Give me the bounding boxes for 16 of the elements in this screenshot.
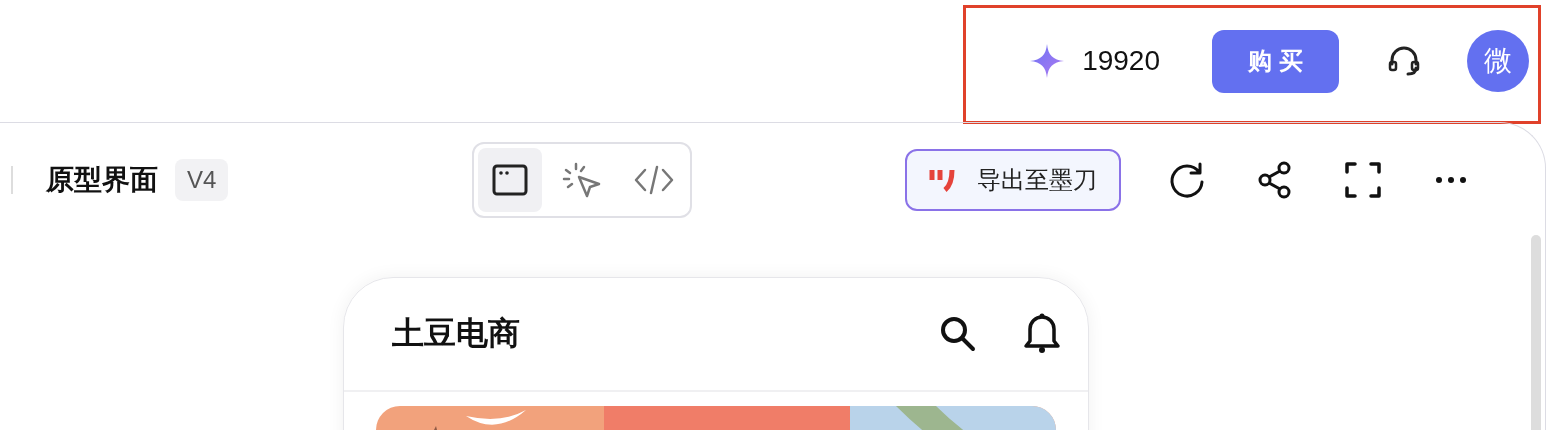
cursor-click-icon (562, 162, 603, 198)
version-badge: V4 (175, 159, 229, 201)
page-title: 原型界面 (46, 163, 158, 197)
search-icon[interactable] (938, 314, 978, 354)
app-title: 土豆电商 (392, 314, 521, 353)
buy-button[interactable]: 购 买 (1212, 29, 1339, 93)
sparkle-icon (1030, 44, 1065, 78)
scrollbar[interactable] (1531, 235, 1541, 430)
export-button[interactable]: 导出至墨刀 (905, 149, 1122, 211)
user-avatar[interactable]: 微 (1467, 30, 1529, 92)
credit-count: 19920 (1082, 45, 1160, 77)
bell-icon[interactable] (1022, 312, 1062, 356)
headset-icon[interactable] (1387, 46, 1421, 76)
code-icon (633, 165, 676, 195)
view-mode-tab[interactable] (478, 148, 543, 212)
window-icon (492, 164, 529, 196)
